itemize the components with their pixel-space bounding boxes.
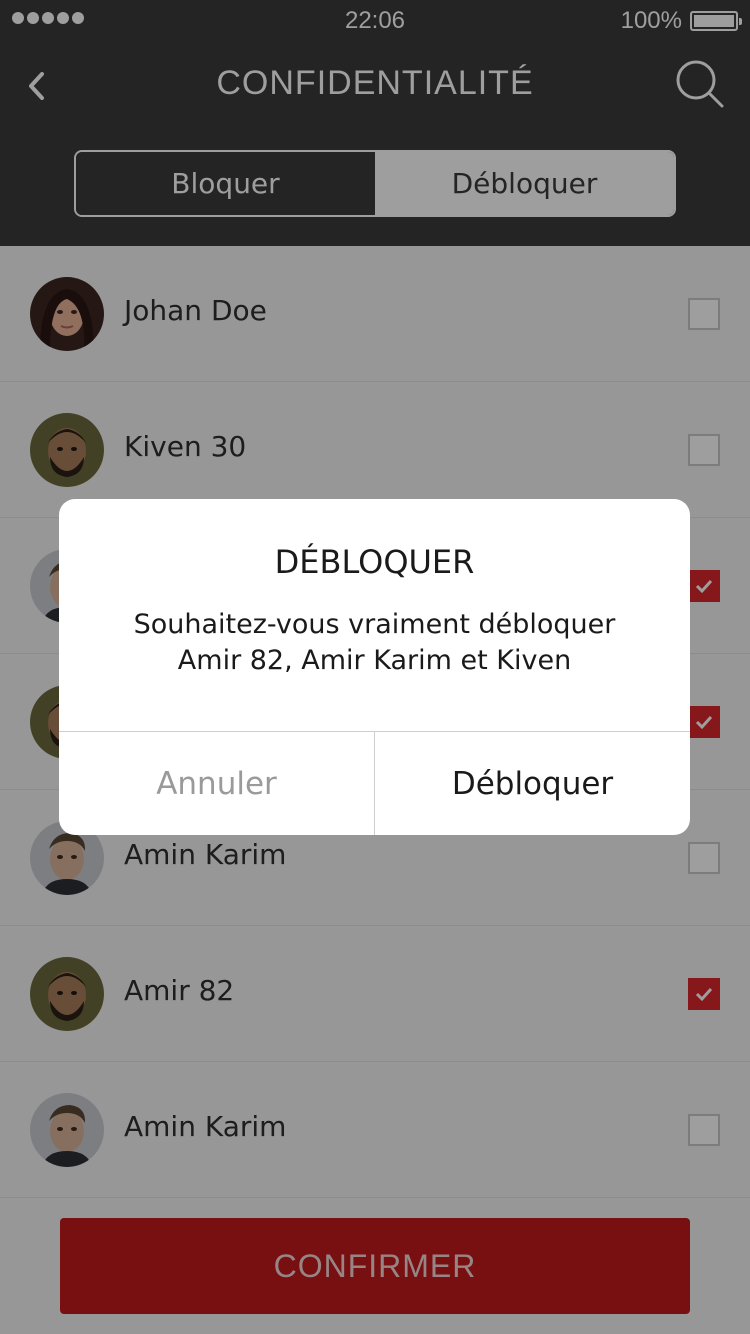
cancel-button[interactable]: Annuler (59, 732, 374, 835)
dialog-message: Souhaitez-vous vraiment débloquer Amir 8… (89, 607, 660, 679)
unblock-confirm-button[interactable]: Débloquer (375, 732, 690, 835)
dialog-message-line: Amir 82, Amir Karim et Kiven (177, 645, 572, 676)
dialog-message-line: Souhaitez-vous vraiment débloquer (133, 609, 616, 640)
unblock-dialog: DÉBLOQUER Souhaitez-vous vraiment débloq… (59, 499, 690, 835)
dialog-title: DÉBLOQUER (274, 543, 475, 581)
screen: 22:06 100% CONFIDENTIALITÉ Bloquer Déblo… (0, 0, 750, 1334)
